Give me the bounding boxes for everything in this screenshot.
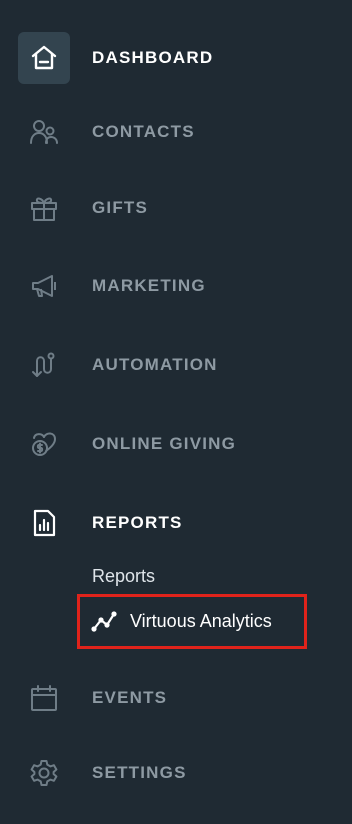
sidebar-item-label: REPORTS <box>92 513 183 532</box>
submenu-item-label: Virtuous Analytics <box>130 610 272 631</box>
sidebar-item-dashboard[interactable]: DASHBOARD <box>18 30 338 86</box>
sidebar-item-label: MARKETING <box>92 276 206 295</box>
submenu-item-reports[interactable]: Reports <box>92 566 155 587</box>
contacts-icon <box>18 106 70 158</box>
sidebar-item-label: EVENTS <box>92 688 168 707</box>
sidebar-item-label: ONLINE GIVING <box>92 434 237 453</box>
sidebar-item-contacts[interactable]: CONTACTS <box>18 104 338 160</box>
gift-icon <box>18 182 70 234</box>
gear-icon <box>18 747 70 799</box>
sidebar-item-label: AUTOMATION <box>92 355 218 374</box>
sidebar-item-reports[interactable]: REPORTS <box>18 495 338 551</box>
sidebar-item-automation[interactable]: AUTOMATION <box>18 337 338 393</box>
automation-icon <box>18 339 70 391</box>
sidebar-item-label: CONTACTS <box>92 122 195 141</box>
donation-icon <box>18 418 70 470</box>
sidebar-nav: DASHBOARD CONTACTS GIFTS MARKETING AUTOM… <box>0 0 352 824</box>
submenu-item-virtuous-analytics[interactable]: Virtuous Analytics <box>90 604 272 638</box>
sidebar-item-online-giving[interactable]: ONLINE GIVING <box>18 416 338 472</box>
line-chart-icon <box>90 607 118 635</box>
megaphone-icon <box>18 260 70 312</box>
sidebar-item-label: DASHBOARD <box>92 48 214 67</box>
sidebar-item-label: SETTINGS <box>92 763 187 782</box>
sidebar-item-marketing[interactable]: MARKETING <box>18 258 338 314</box>
sidebar-item-label: GIFTS <box>92 198 149 217</box>
calendar-icon <box>18 672 70 724</box>
sidebar-item-events[interactable]: EVENTS <box>18 670 338 726</box>
sidebar-item-gifts[interactable]: GIFTS <box>18 180 338 236</box>
reports-icon <box>18 497 70 549</box>
home-icon <box>18 32 70 84</box>
sidebar-item-settings[interactable]: SETTINGS <box>18 745 338 801</box>
